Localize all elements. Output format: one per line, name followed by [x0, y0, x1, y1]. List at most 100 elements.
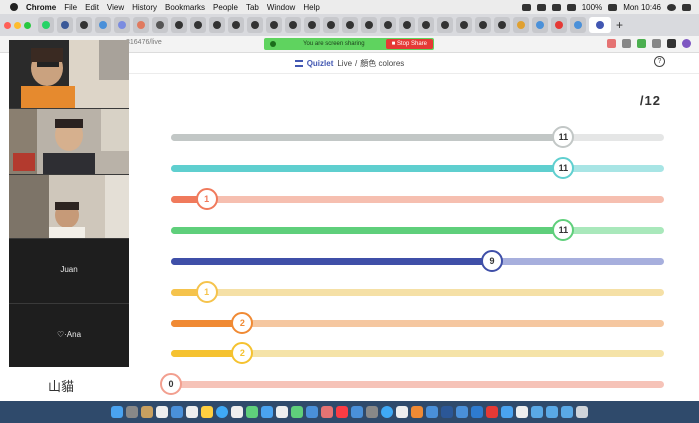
menu-bookmarks[interactable]: Bookmarks: [165, 3, 205, 12]
app-icon[interactable]: [276, 406, 288, 418]
app-icon[interactable]: [201, 406, 213, 418]
apple-icon[interactable]: [10, 3, 18, 11]
tab-site[interactable]: [551, 17, 567, 33]
tab-site[interactable]: [361, 17, 377, 33]
notification-icon[interactable]: [682, 3, 691, 11]
tab-whatsapp[interactable]: [38, 17, 54, 33]
tab-site[interactable]: [95, 17, 111, 33]
tab-quizlet-active[interactable]: [589, 17, 611, 33]
menu-people[interactable]: People: [213, 3, 238, 12]
tab-site[interactable]: [418, 17, 434, 33]
app-icon[interactable]: [231, 406, 243, 418]
spotlight-icon[interactable]: [667, 3, 676, 11]
tab-site[interactable]: [513, 17, 529, 33]
minimize-window-icon[interactable]: [14, 21, 21, 29]
menu-file[interactable]: File: [64, 3, 77, 12]
trash-icon[interactable]: [576, 406, 588, 418]
tab-site[interactable]: [456, 17, 472, 33]
tab-site[interactable]: [171, 17, 187, 33]
tab-site[interactable]: [570, 17, 586, 33]
tab-site[interactable]: [76, 17, 92, 33]
help-icon[interactable]: ?: [654, 56, 665, 67]
new-tab-icon[interactable]: +: [616, 18, 623, 32]
app-icon[interactable]: [516, 406, 528, 418]
tab-site[interactable]: [285, 17, 301, 33]
extension-icon[interactable]: [637, 39, 646, 48]
tab-site[interactable]: [133, 17, 149, 33]
close-window-icon[interactable]: [4, 21, 11, 29]
stop-share-button[interactable]: ■ Stop Share: [385, 39, 433, 49]
app-icon[interactable]: [471, 406, 483, 418]
app-icon[interactable]: [501, 406, 513, 418]
app-icon[interactable]: [321, 406, 333, 418]
airplay-icon[interactable]: [566, 3, 576, 11]
tab-site[interactable]: [190, 17, 206, 33]
participant-video[interactable]: [9, 40, 129, 108]
screen-share-icon[interactable]: [521, 3, 531, 11]
app-icon[interactable]: [366, 406, 378, 418]
menu-history[interactable]: History: [132, 3, 157, 12]
app-icon[interactable]: [411, 406, 423, 418]
tab-facebook[interactable]: [57, 17, 73, 33]
participant-tile[interactable]: Juan: [9, 239, 129, 303]
wifi-icon[interactable]: [551, 3, 561, 11]
menu-edit[interactable]: Edit: [85, 3, 99, 12]
tab-site[interactable]: [380, 17, 396, 33]
finder-icon[interactable]: [111, 406, 123, 418]
clock[interactable]: Mon 10:46: [623, 3, 661, 12]
profile-avatar[interactable]: [682, 39, 691, 48]
folder-icon[interactable]: [531, 406, 543, 418]
tab-site[interactable]: [304, 17, 320, 33]
folder-icon[interactable]: [561, 406, 573, 418]
safari-icon[interactable]: [381, 406, 393, 418]
tab-site[interactable]: [399, 17, 415, 33]
tab-site[interactable]: [114, 17, 130, 33]
menu-chrome[interactable]: Chrome: [26, 3, 56, 12]
app-icon[interactable]: [291, 406, 303, 418]
app-icon[interactable]: [486, 406, 498, 418]
zoom-window-icon[interactable]: [24, 21, 31, 29]
chrome-icon[interactable]: [216, 406, 228, 418]
menu-tab[interactable]: Tab: [246, 3, 259, 12]
app-icon[interactable]: [171, 406, 183, 418]
launchpad-icon[interactable]: [126, 406, 138, 418]
extension-icon[interactable]: [652, 39, 661, 48]
notes-icon[interactable]: [141, 406, 153, 418]
tab-site[interactable]: [247, 17, 263, 33]
tab-site[interactable]: [323, 17, 339, 33]
tab-site[interactable]: [494, 17, 510, 33]
music-icon[interactable]: [336, 406, 348, 418]
calendar-icon[interactable]: [156, 406, 168, 418]
participant-video[interactable]: [9, 175, 129, 238]
tab-site[interactable]: [209, 17, 225, 33]
app-icon[interactable]: [351, 406, 363, 418]
app-icon[interactable]: [246, 406, 258, 418]
participant-video[interactable]: [9, 109, 129, 174]
bookmark-star-icon[interactable]: [622, 39, 631, 48]
tab-site[interactable]: [342, 17, 358, 33]
menu-help[interactable]: Help: [303, 3, 319, 12]
extensions-puzzle-icon[interactable]: [667, 39, 676, 48]
tab-site[interactable]: [437, 17, 453, 33]
address-bar-url[interactable]: 316476/live: [126, 39, 162, 46]
tab-site[interactable]: [152, 17, 168, 33]
app-icon[interactable]: [261, 406, 273, 418]
app-icon[interactable]: [186, 406, 198, 418]
app-icon[interactable]: [426, 406, 438, 418]
tab-site[interactable]: [228, 17, 244, 33]
battery-icon[interactable]: [608, 3, 618, 11]
app-icon[interactable]: [396, 406, 408, 418]
tab-site[interactable]: [532, 17, 548, 33]
menu-view[interactable]: View: [107, 3, 124, 12]
tab-site[interactable]: [475, 17, 491, 33]
folder-icon[interactable]: [546, 406, 558, 418]
bluetooth-icon[interactable]: [536, 3, 546, 11]
participant-tile[interactable]: ♡·Ana: [9, 304, 129, 367]
app-icon[interactable]: [456, 406, 468, 418]
tab-site[interactable]: [266, 17, 282, 33]
extension-icon[interactable]: [607, 39, 616, 48]
app-icon[interactable]: [306, 406, 318, 418]
menu-window[interactable]: Window: [267, 3, 295, 12]
word-icon[interactable]: [441, 406, 453, 418]
header-divider: [128, 73, 699, 74]
